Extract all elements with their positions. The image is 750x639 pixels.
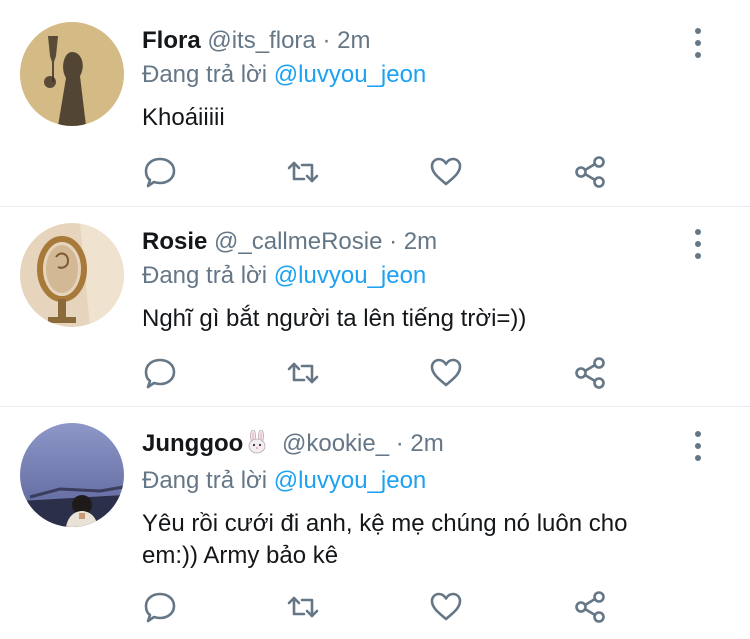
replying-to: Đang trả lời @luvyou_jeon xyxy=(142,60,670,90)
author-name[interactable]: Flora xyxy=(142,27,201,54)
share-button[interactable] xyxy=(570,587,610,627)
avatar[interactable] xyxy=(20,223,124,327)
retweet-icon xyxy=(287,596,319,618)
tweet-2[interactable]: Rosie @_callmeRosie · 2m Đang trả lời @l… xyxy=(0,207,750,407)
retweet-button[interactable] xyxy=(283,353,323,393)
separator-dot: · xyxy=(395,430,404,457)
tweet-text: Nghĩ gì bắt người ta lên tiếng trời=)) xyxy=(142,305,527,332)
share-icon xyxy=(575,591,605,623)
retweet-icon xyxy=(287,362,319,384)
action-bar xyxy=(140,152,620,192)
action-bar xyxy=(140,353,620,393)
share-icon xyxy=(575,357,605,389)
avatar[interactable] xyxy=(20,423,124,527)
author-handle[interactable]: @kookie_ xyxy=(282,430,389,457)
heart-icon xyxy=(430,157,462,186)
reply-button[interactable] xyxy=(140,353,180,393)
author-handle[interactable]: @_callmeRosie xyxy=(214,228,382,255)
share-button[interactable] xyxy=(570,152,610,192)
heart-icon xyxy=(430,592,462,621)
more-dot xyxy=(695,241,701,247)
avatar[interactable] xyxy=(20,22,124,126)
author-name[interactable]: Junggoo xyxy=(142,430,243,457)
separator-dot: · xyxy=(322,27,331,54)
more-vertical-icon xyxy=(695,431,701,437)
timestamp[interactable]: 2m xyxy=(337,27,370,54)
comment-bubble-icon xyxy=(144,358,176,389)
more-dot xyxy=(695,40,701,46)
share-icon xyxy=(575,156,605,188)
more-options-button[interactable] xyxy=(688,229,708,259)
heart-icon xyxy=(430,358,462,387)
more-dot xyxy=(695,455,701,461)
share-button[interactable] xyxy=(570,353,610,393)
reply-mention-link[interactable]: @luvyou_jeon xyxy=(274,61,426,88)
retweet-button[interactable] xyxy=(283,587,323,627)
reply-mention-link[interactable]: @luvyou_jeon xyxy=(274,467,426,494)
like-button[interactable] xyxy=(426,353,466,393)
avatar-image xyxy=(20,22,124,126)
replying-to-label: Đang trả lời xyxy=(142,467,268,494)
reply-button[interactable] xyxy=(140,152,180,192)
replying-to-label: Đang trả lời xyxy=(142,61,268,88)
tweet-text: Khoáiiiii xyxy=(142,104,225,131)
like-button[interactable] xyxy=(426,587,466,627)
avatar-image xyxy=(20,423,124,527)
more-vertical-icon xyxy=(695,28,701,34)
more-dot xyxy=(695,253,701,259)
replying-to: Đang trả lời @luvyou_jeon xyxy=(142,261,670,291)
tweet-text: Yêu rồi cưới đi anh, kệ mẹ chúng nó luôn… xyxy=(142,510,628,569)
action-bar xyxy=(140,587,620,627)
more-dot xyxy=(695,52,701,58)
comment-bubble-icon xyxy=(144,592,176,623)
rabbit-face-emoji xyxy=(245,429,269,462)
more-options-button[interactable] xyxy=(688,431,708,461)
more-dot xyxy=(695,443,701,449)
timestamp[interactable]: 2m xyxy=(404,228,437,255)
more-options-button[interactable] xyxy=(688,28,708,58)
comment-bubble-icon xyxy=(144,157,176,188)
retweet-button[interactable] xyxy=(283,152,323,192)
retweet-icon xyxy=(287,161,319,183)
timestamp[interactable]: 2m xyxy=(410,430,443,457)
like-button[interactable] xyxy=(426,152,466,192)
author-name[interactable]: Rosie xyxy=(142,228,207,255)
more-vertical-icon xyxy=(695,229,701,235)
replying-to: Đang trả lời @luvyou_jeon xyxy=(142,466,670,496)
separator-dot: · xyxy=(389,228,398,255)
replying-to-label: Đang trả lời xyxy=(142,262,268,289)
avatar-image xyxy=(20,223,124,327)
reply-button[interactable] xyxy=(140,587,180,627)
reply-mention-link[interactable]: @luvyou_jeon xyxy=(274,262,426,289)
tweet-3[interactable]: Junggoo @kookie_ · 2m Đang trả lời @luvy… xyxy=(0,407,750,639)
tweet-1[interactable]: Flora @its_flora · 2m Đang trả lời @luvy… xyxy=(0,0,750,207)
author-handle[interactable]: @its_flora xyxy=(207,27,315,54)
